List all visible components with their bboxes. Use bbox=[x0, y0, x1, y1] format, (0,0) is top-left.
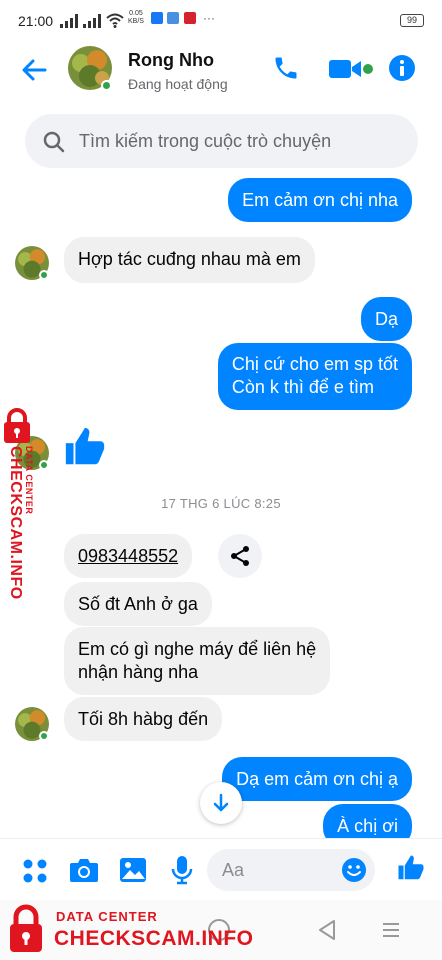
watermark-side-big: CHECKSCAM.INFO bbox=[7, 446, 24, 600]
back-nav-icon[interactable] bbox=[316, 918, 338, 942]
chat-header: Rong Nho Đang hoạt động bbox=[0, 40, 442, 104]
message-bubble-in[interactable]: Em có gì nghe máy để liên hệ nhận hàng n… bbox=[64, 627, 331, 695]
phone-call-icon[interactable] bbox=[272, 54, 300, 82]
watermark-bottom: DATA CENTER CHECKSCAM.INFO bbox=[8, 902, 278, 958]
gallery-image-icon[interactable] bbox=[119, 857, 147, 883]
message-line: Chị cứ cho em sp tốt bbox=[231, 354, 398, 374]
search-icon bbox=[43, 131, 65, 153]
cell-signal-icon bbox=[60, 14, 78, 28]
facebook-notification-icon bbox=[151, 12, 163, 24]
padlock-logo-icon bbox=[10, 904, 42, 952]
message-bubble-in[interactable]: Hợp tác cuđng nhau mà em bbox=[64, 237, 315, 283]
microphone-icon[interactable] bbox=[171, 855, 193, 885]
arrow-down-icon bbox=[213, 793, 229, 812]
message-text: Dạ em cảm ơn chị ạ bbox=[236, 769, 398, 789]
net-speed-value: 0.05 bbox=[129, 10, 143, 17]
message-text: Số đt Anh ở ga bbox=[78, 594, 198, 614]
net-speed: 0.05 KB/S bbox=[128, 10, 144, 26]
online-indicator bbox=[39, 270, 49, 280]
search-placeholder: Tìm kiếm trong cuộc trò chuyện bbox=[79, 131, 332, 151]
thumbs-up-icon[interactable] bbox=[62, 424, 108, 470]
message-bubble-in[interactable]: 0983448552 bbox=[64, 534, 193, 578]
message-line: nhận hàng nha bbox=[78, 662, 199, 682]
search-conversation-input[interactable]: Tìm kiếm trong cuộc trò chuyện bbox=[25, 114, 418, 168]
message-composer: Aa bbox=[0, 838, 442, 900]
padlock-logo-icon bbox=[4, 408, 30, 443]
wifi-icon bbox=[106, 13, 124, 28]
emoji-icon[interactable] bbox=[341, 857, 367, 883]
video-active-dot bbox=[363, 64, 373, 74]
status-time: 21:00 bbox=[18, 13, 54, 29]
online-indicator bbox=[101, 80, 112, 91]
message-line: Còn k thì để e tìm bbox=[231, 377, 374, 397]
message-bubble-out[interactable]: Dạ em cảm ơn chị ạ bbox=[222, 757, 412, 801]
contact-status: Đang hoạt động bbox=[128, 76, 228, 92]
apps-grid-icon[interactable] bbox=[22, 858, 48, 884]
message-text: À chị ơi bbox=[337, 816, 398, 836]
message-text: Hợp tác cuđng nhau mà em bbox=[78, 249, 301, 269]
message-text: Dạ bbox=[374, 309, 398, 329]
message-input[interactable]: Aa bbox=[207, 849, 375, 891]
message-text: Tối 8h hàbg đến bbox=[78, 709, 209, 729]
share-button[interactable] bbox=[218, 534, 262, 578]
message-bubble-out[interactable]: Dạ bbox=[360, 297, 412, 341]
message-timestamp: 17 THG 6 LÚC 8:25 bbox=[161, 496, 281, 511]
watermark-bottom-small: DATA CENTER bbox=[56, 909, 158, 924]
video-call-icon[interactable] bbox=[328, 58, 364, 80]
message-line: Em có gì nghe máy để liên hệ bbox=[78, 639, 317, 659]
camera-icon[interactable] bbox=[69, 857, 99, 883]
message-input-placeholder: Aa bbox=[222, 860, 245, 880]
info-icon[interactable] bbox=[388, 54, 416, 82]
message-bubble-in[interactable]: Số đt Anh ở ga bbox=[64, 582, 212, 626]
contact-name[interactable]: Rong Nho bbox=[128, 50, 214, 71]
watermark-side: DATA CENTER CHECKSCAM.INFO bbox=[2, 408, 48, 638]
watermark-side-small: DATA CENTER bbox=[24, 446, 34, 515]
send-like-icon[interactable] bbox=[396, 853, 426, 883]
status-bar: 21:00 0.05 KB/S ··· 99 bbox=[0, 0, 442, 40]
net-speed-unit: KB/S bbox=[128, 18, 144, 25]
cell-signal-icon-2 bbox=[83, 14, 101, 28]
message-bubble-out[interactable]: Chị cứ cho em sp tốt Còn k thì để e tìm bbox=[217, 343, 412, 410]
back-arrow-icon[interactable] bbox=[20, 56, 48, 84]
news-notification-icon bbox=[184, 12, 196, 24]
battery-indicator: 99 bbox=[400, 14, 424, 27]
more-notifications-icon: ··· bbox=[203, 11, 215, 25]
watermark-bottom-big: CHECKSCAM.INFO bbox=[54, 927, 254, 950]
app-notification-icon bbox=[167, 12, 179, 24]
message-bubble-out[interactable]: Em cảm ơn chị nha bbox=[228, 178, 412, 222]
scroll-to-bottom-button[interactable] bbox=[200, 782, 242, 824]
phone-number-link[interactable]: 0983448552 bbox=[78, 546, 178, 566]
recents-nav-icon[interactable] bbox=[380, 920, 402, 940]
share-icon bbox=[231, 546, 249, 566]
message-text: Em cảm ơn chị nha bbox=[242, 190, 398, 210]
online-indicator bbox=[39, 731, 49, 741]
message-bubble-in[interactable]: Tối 8h hàbg đến bbox=[64, 697, 223, 741]
